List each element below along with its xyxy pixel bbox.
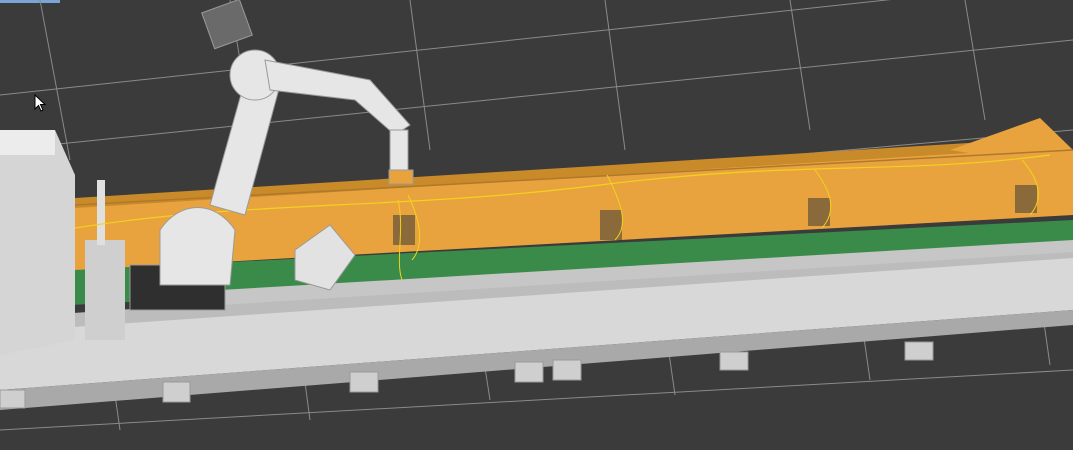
left-equipment-cabinet[interactable] xyxy=(0,130,125,355)
robot-cell-scene[interactable] xyxy=(0,0,1073,450)
mouse-pointer-icon xyxy=(34,94,47,112)
3d-viewport[interactable] xyxy=(0,0,1073,450)
